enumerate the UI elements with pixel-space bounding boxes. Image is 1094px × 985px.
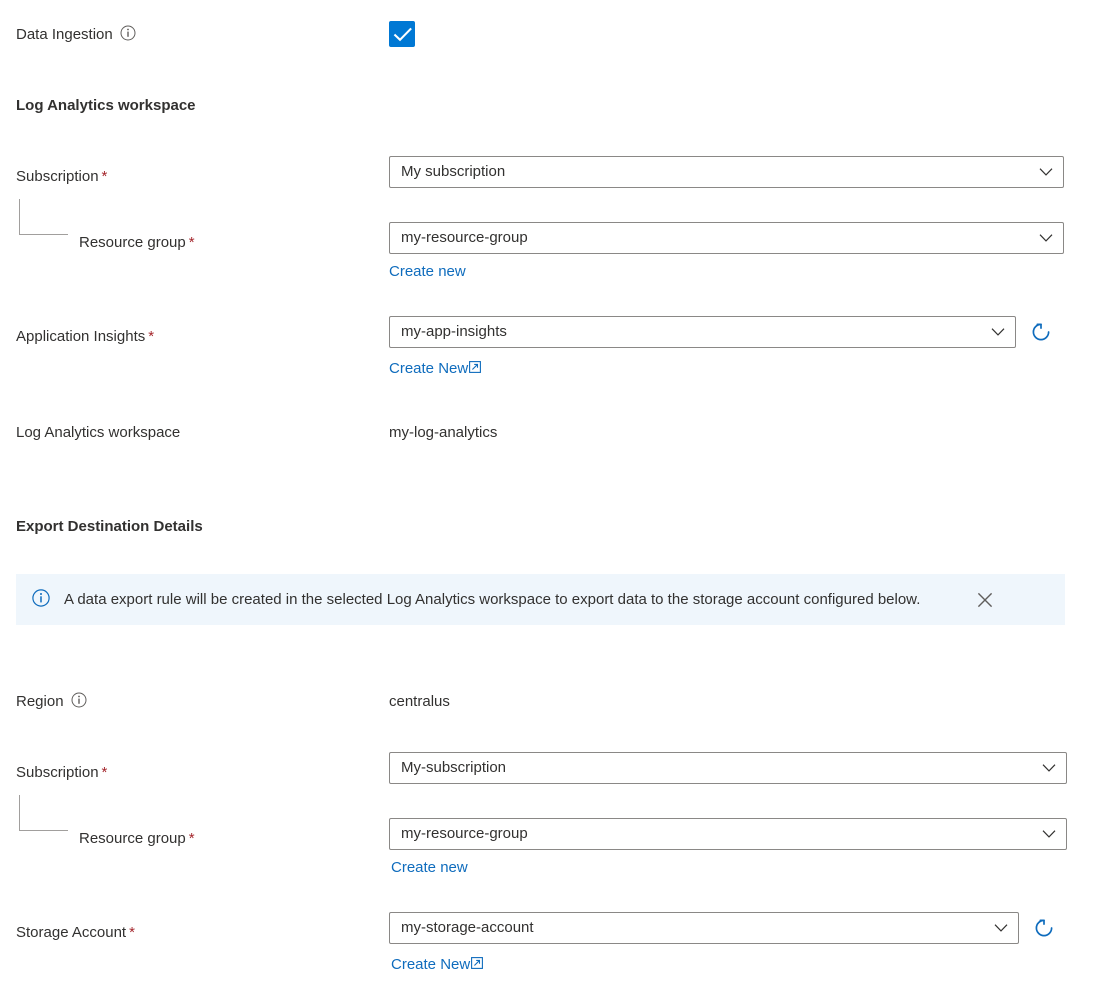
required-asterisk: *	[102, 168, 108, 185]
la-subscription-value: My subscription	[401, 157, 505, 187]
export-info-banner-message: A data export rule will be created in th…	[64, 588, 964, 611]
export-resource-group-create-new-link[interactable]: Create new	[391, 858, 468, 878]
storage-account-create-new-text: Create New	[391, 956, 470, 973]
application-insights-label: Application Insights*	[16, 327, 154, 347]
log-analytics-section-heading: Log Analytics workspace	[16, 96, 196, 116]
region-value: centralus	[389, 692, 450, 712]
data-ingestion-label: Data Ingestion	[16, 25, 136, 45]
export-subscription-label: Subscription*	[16, 763, 107, 783]
required-asterisk: *	[148, 328, 154, 345]
required-asterisk: *	[189, 830, 195, 847]
application-insights-create-new-text: Create New	[389, 360, 468, 377]
storage-account-label-text: Storage Account	[16, 924, 126, 941]
region-label: Region	[16, 692, 87, 712]
storage-account-refresh-icon[interactable]	[1032, 916, 1056, 940]
info-circle-icon	[32, 589, 50, 607]
required-asterisk: *	[129, 924, 135, 941]
export-subscription-value: My-subscription	[401, 753, 506, 783]
required-asterisk: *	[189, 234, 195, 251]
export-resource-group-label: Resource group*	[79, 829, 195, 849]
region-label-text: Region	[16, 693, 64, 710]
la-resource-group-label-text: Resource group	[79, 234, 186, 251]
required-asterisk: *	[102, 764, 108, 781]
application-insights-value: my-app-insights	[401, 317, 507, 347]
export-subscription-dropdown[interactable]: My-subscription	[389, 752, 1067, 784]
external-link-icon	[471, 957, 483, 969]
la-subscription-label-text: Subscription	[16, 168, 99, 185]
log-analytics-workspace-label: Log Analytics workspace	[16, 423, 180, 443]
chevron-down-icon	[1039, 168, 1053, 177]
la-tree-connector	[19, 199, 68, 235]
export-info-banner: A data export rule will be created in th…	[16, 574, 1065, 625]
info-circle-icon[interactable]	[120, 25, 136, 41]
info-circle-icon[interactable]	[71, 692, 87, 708]
chevron-down-icon	[1042, 830, 1056, 839]
application-insights-refresh-icon[interactable]	[1029, 320, 1053, 344]
la-resource-group-create-new-link[interactable]: Create new	[389, 262, 466, 282]
chevron-down-icon	[994, 924, 1008, 933]
export-tree-connector	[19, 795, 68, 831]
chevron-down-icon	[991, 328, 1005, 337]
application-insights-create-new-link[interactable]: Create New	[389, 359, 481, 379]
storage-account-create-new-link[interactable]: Create New	[391, 955, 483, 975]
log-analytics-workspace-value: my-log-analytics	[389, 423, 497, 443]
data-ingestion-checkbox[interactable]	[389, 21, 415, 47]
application-insights-label-text: Application Insights	[16, 328, 145, 345]
export-resource-group-value: my-resource-group	[401, 819, 528, 849]
export-subscription-label-text: Subscription	[16, 764, 99, 781]
la-subscription-label: Subscription*	[16, 167, 107, 187]
external-link-icon	[469, 361, 481, 373]
export-resource-group-dropdown[interactable]: my-resource-group	[389, 818, 1067, 850]
storage-account-label: Storage Account*	[16, 923, 135, 943]
chevron-down-icon	[1042, 764, 1056, 773]
chevron-down-icon	[1039, 234, 1053, 243]
la-resource-group-value: my-resource-group	[401, 223, 528, 253]
export-resource-group-label-text: Resource group	[79, 830, 186, 847]
la-resource-group-label: Resource group*	[79, 233, 195, 253]
la-subscription-dropdown[interactable]: My subscription	[389, 156, 1064, 188]
close-icon[interactable]	[976, 591, 994, 609]
data-ingestion-label-text: Data Ingestion	[16, 26, 113, 43]
storage-account-value: my-storage-account	[401, 913, 534, 943]
storage-account-dropdown[interactable]: my-storage-account	[389, 912, 1019, 944]
export-destination-section-heading: Export Destination Details	[16, 517, 203, 537]
application-insights-dropdown[interactable]: my-app-insights	[389, 316, 1016, 348]
la-resource-group-dropdown[interactable]: my-resource-group	[389, 222, 1064, 254]
checkmark-icon	[393, 26, 413, 44]
